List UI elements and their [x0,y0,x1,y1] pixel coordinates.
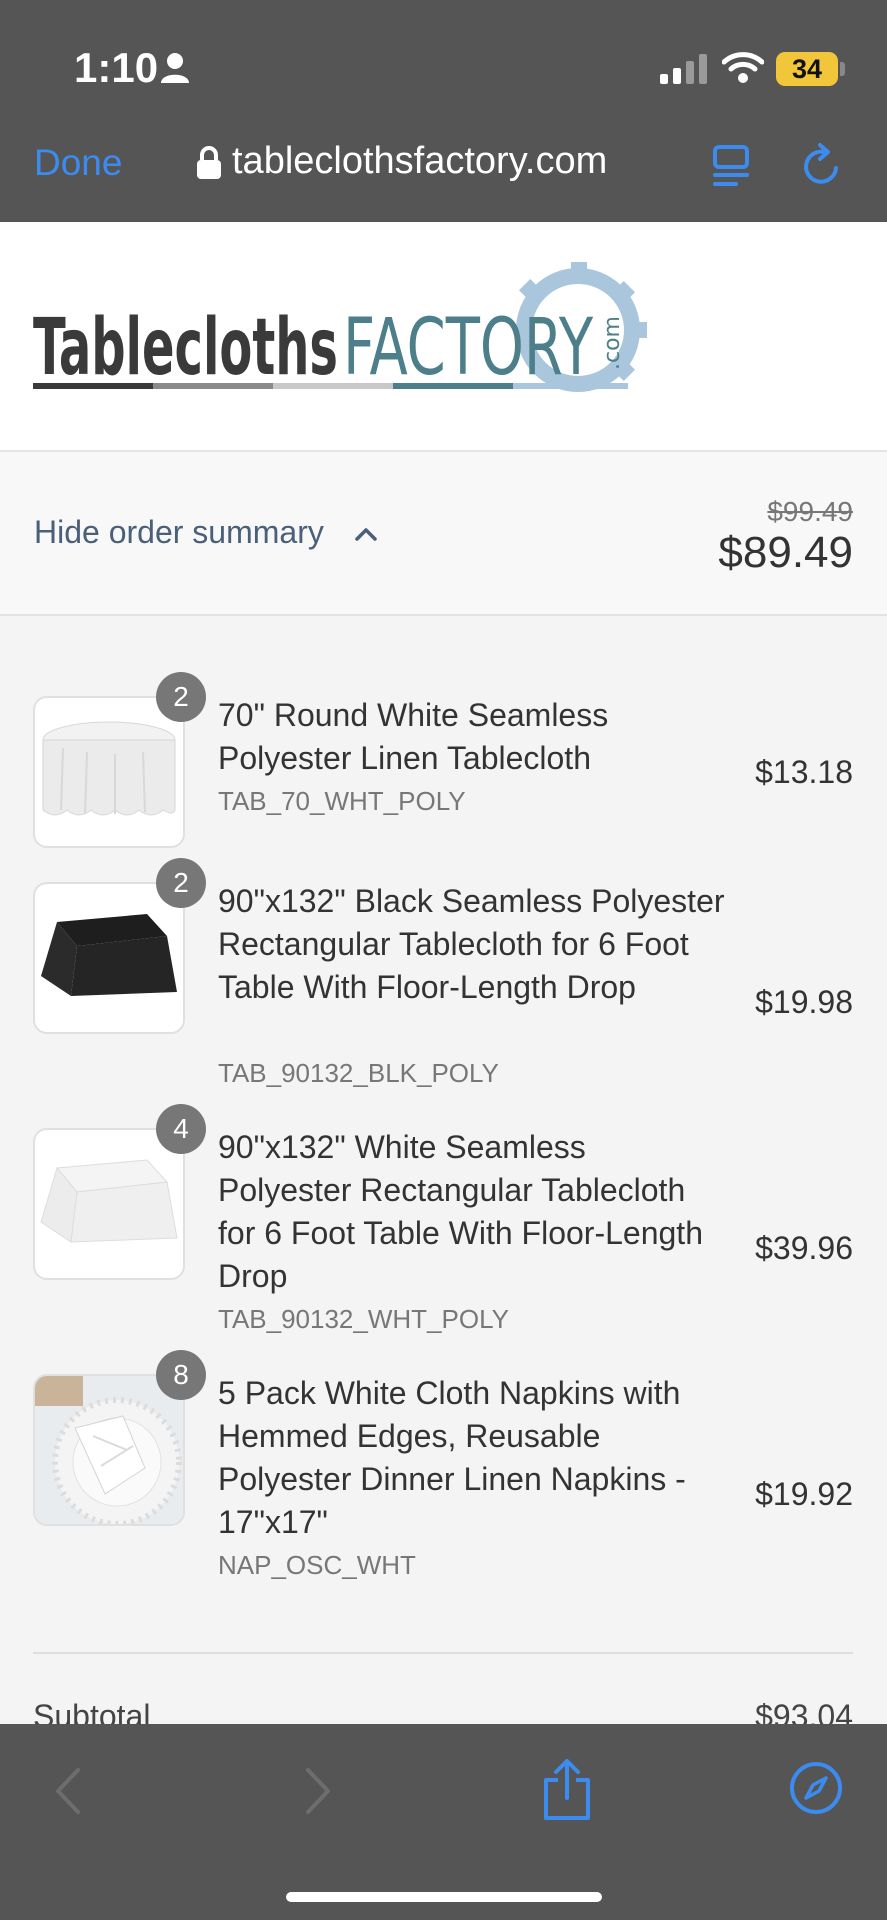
hide-order-summary-link[interactable]: Hide order summary [34,514,324,551]
forward-icon[interactable] [300,1766,336,1821]
item-price: $39.96 [755,1230,853,1266]
battery-cap [840,62,845,76]
home-indicator [286,1892,602,1902]
item-price: $19.98 [755,984,853,1020]
logo-text-tablecloths: Tablecloths [33,303,338,393]
item-sku: TAB_70_WHT_POLY [218,786,466,816]
item-title: 90"x132" Black Seamless Polyester Rectan… [218,883,725,1005]
item-title: 70" Round White Seamless Polyester Linen… [218,697,609,776]
logo-text-com: .com [600,316,625,370]
url-bar: Done tableclothsfactory.com [0,128,887,208]
quantity-badge: 2 [156,858,206,908]
url-text[interactable]: tableclothsfactory.com [232,140,607,183]
original-price: $99.49 [767,496,853,527]
wifi-icon [721,50,765,89]
product-image [33,1374,185,1526]
item-sku: TAB_90132_BLK_POLY [218,1058,499,1088]
reader-icon[interactable] [712,144,752,193]
logo-text-factory: FACTORY [343,303,594,393]
product-image [33,696,185,848]
product-image [33,1128,185,1280]
chevron-up-icon [354,526,378,547]
compass-icon[interactable] [788,1760,844,1821]
product-image [33,882,185,1034]
quantity-badge: 2 [156,672,206,722]
signal-icon [660,54,708,89]
item-title: 5 Pack White Cloth Napkins with Hemmed E… [218,1375,686,1540]
divider [33,1652,853,1654]
site-logo[interactable]: Tablecloths FACTORY .com [33,262,663,407]
item-price: $13.18 [755,754,853,790]
quantity-badge: 4 [156,1104,206,1154]
item-sku: NAP_OSC_WHT [218,1550,416,1580]
battery-level: 34 [791,54,823,84]
order-summary-toggle[interactable]: Hide order summary $99.49 $89.49 [0,452,887,616]
quantity-badge: 8 [156,1350,206,1400]
total-price: $89.49 [718,528,853,577]
item-price: $19.92 [755,1476,853,1512]
done-button[interactable]: Done [34,142,122,184]
browser-chrome: 1:10 34 Done tableclothsfactory.com [0,0,887,222]
browser-toolbar [0,1724,887,1920]
reload-icon[interactable] [800,142,844,193]
status-time: 1:10 [74,44,159,91]
site-header: Tablecloths FACTORY .com [0,222,887,452]
item-title: 90"x132" White Seamless Polyester Rectan… [218,1129,703,1294]
share-icon[interactable] [540,1758,594,1827]
lock-icon [196,146,222,185]
item-sku: TAB_90132_WHT_POLY [218,1304,509,1334]
battery-indicator: 34 [776,52,838,86]
back-icon[interactable] [50,1766,86,1821]
person-icon [160,52,190,89]
status-bar: 1:10 34 [0,0,887,120]
